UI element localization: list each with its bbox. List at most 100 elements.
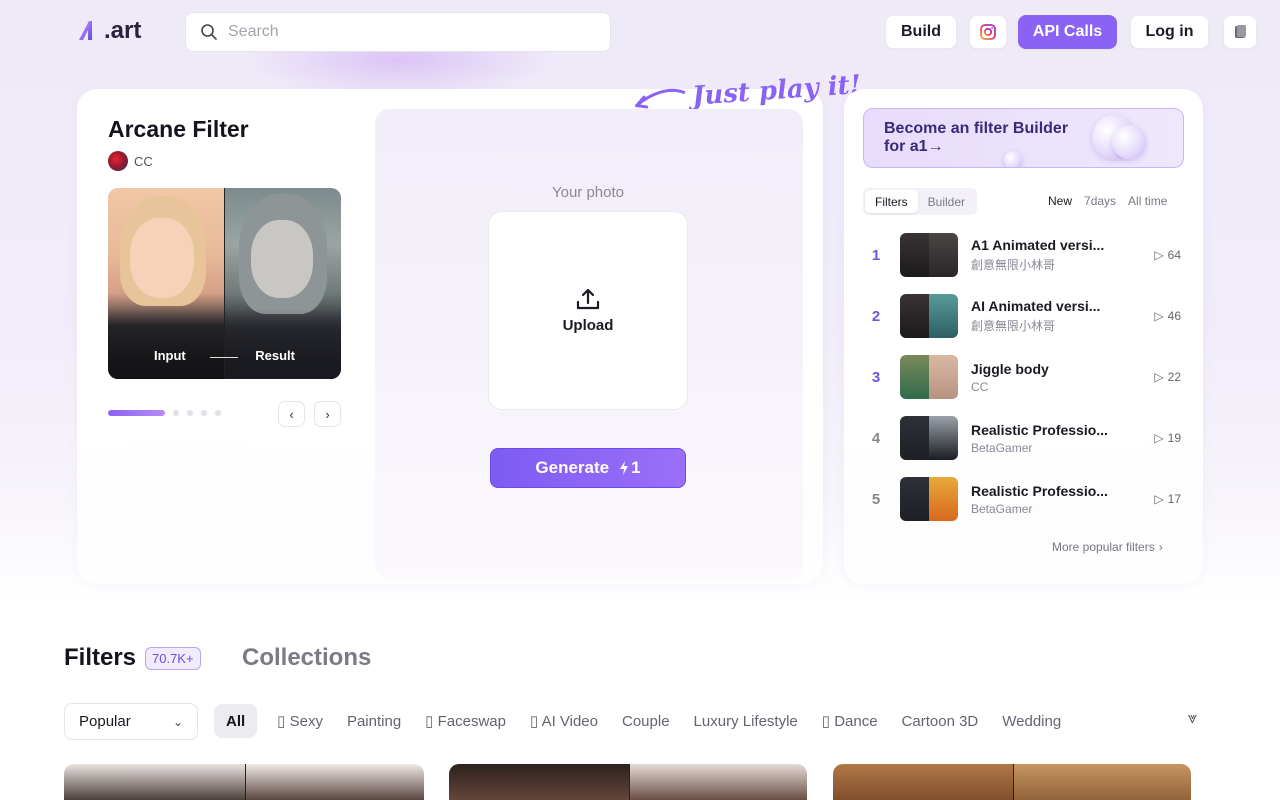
play-icon: ▷: [1154, 431, 1164, 445]
filter-card-thumbnail[interactable]: [833, 764, 1191, 800]
input-label: Input: [154, 348, 186, 363]
ranking-row[interactable]: 4 Realistic Professio... BetaGamer ▷ 19: [863, 413, 1184, 463]
credit-cost-value: 1: [631, 458, 641, 477]
filter-title: Arcane Filter: [108, 116, 249, 142]
author-name: CC: [134, 153, 153, 169]
coin-icon: [1112, 125, 1146, 159]
ranking-tabs[interactable]: Filters Builder: [863, 188, 978, 215]
instagram-icon: [980, 24, 996, 40]
arrow-right-icon: [210, 357, 238, 358]
play-count-value: 19: [1167, 431, 1181, 445]
ranking-title: A1 Animated versi...: [971, 237, 1105, 253]
result-label: Result: [255, 348, 295, 363]
category-bar: All ▯ Sexy Painting ▯ Faceswap ▯ AI Vide…: [214, 704, 1073, 738]
chevron-down-icon: ⌄: [172, 714, 183, 729]
your-photo-label: Your photo: [551, 184, 624, 201]
ranking-row[interactable]: 2 AI Animated versi... 創意無限小林哥 ▷ 46: [863, 291, 1184, 341]
carousel-dot[interactable]: [173, 410, 179, 416]
build-button[interactable]: Build: [885, 15, 957, 49]
filter-author[interactable]: CC: [108, 151, 153, 171]
tab-filters[interactable]: Filters: [865, 190, 918, 213]
play-icon: ▷: [1154, 248, 1164, 262]
category-dance[interactable]: ▯ Dance: [810, 704, 890, 738]
ranking-row[interactable]: 3 Jiggle body CC ▷ 22: [863, 352, 1184, 402]
rank-number: 1: [871, 246, 881, 264]
instagram-button[interactable]: [969, 15, 1007, 49]
builder-banner[interactable]: Become an filter Builder for a1→: [863, 108, 1184, 168]
carousel-next-button[interactable]: ›: [314, 401, 341, 427]
generate-label: Generate: [535, 458, 610, 477]
ranking-author: CC: [971, 379, 989, 394]
tab-collections[interactable]: Collections: [242, 644, 371, 672]
ranking-author: 創意無限小林哥: [971, 258, 1056, 272]
search-input[interactable]: [228, 23, 588, 41]
document-icon: [1235, 25, 1246, 38]
docs-button[interactable]: [1223, 15, 1257, 49]
ranking-title: Jiggle body: [971, 360, 1049, 377]
rank-number: 3: [871, 368, 881, 386]
more-popular-link[interactable]: More popular filters ›: [1052, 540, 1163, 554]
more-popular-label: More popular filters: [1052, 540, 1155, 554]
sort-value: Popular: [79, 713, 131, 730]
logo-text: .art: [104, 17, 142, 44]
ranking-thumbnail: [900, 355, 958, 399]
ranking-title: AI Animated versi...: [971, 298, 1101, 314]
category-luxury-lifestyle[interactable]: Luxury Lifestyle: [682, 704, 810, 738]
category-wedding[interactable]: Wedding: [990, 704, 1073, 738]
logo[interactable]: .art: [76, 16, 141, 46]
search-bar[interactable]: [185, 12, 611, 52]
avatar: [108, 151, 128, 171]
category-cartoon-3d[interactable]: Cartoon 3D: [890, 704, 991, 738]
category-all[interactable]: All: [214, 704, 258, 738]
play-count: ▷ 22: [1154, 370, 1181, 384]
tab-filters-section[interactable]: Filters: [64, 644, 136, 672]
ranking-row[interactable]: 5 Realistic Professio... BetaGamer ▷ 17: [863, 474, 1184, 524]
play-icon: ▷: [1154, 370, 1164, 384]
upload-dropzone[interactable]: Upload: [488, 211, 688, 410]
tab-builder[interactable]: Builder: [918, 190, 975, 213]
generate-button[interactable]: Generate 1: [490, 448, 686, 488]
filters-count-badge: 70.7K+: [145, 647, 201, 670]
coin-icon: [1004, 151, 1022, 167]
play-count: ▷ 64: [1154, 248, 1181, 262]
login-button[interactable]: Log in: [1130, 15, 1209, 49]
period-7days[interactable]: 7days: [1084, 194, 1116, 208]
carousel-indicator[interactable]: [108, 410, 221, 416]
search-icon: [201, 24, 217, 40]
ranking-thumbnail: [900, 416, 958, 460]
ranking-row[interactable]: 1 A1 Animated versi... 創意無限小林哥 ▷ 64: [863, 230, 1184, 280]
banner-line-2: for a1→: [884, 138, 944, 155]
upload-label: Upload: [562, 317, 614, 334]
carousel-dot-active[interactable]: [108, 410, 165, 416]
credit-cost: 1: [619, 458, 641, 478]
carousel-dot[interactable]: [187, 410, 193, 416]
preview-labels: Input Result: [108, 348, 341, 363]
rank-number: 2: [871, 307, 881, 325]
play-count-value: 22: [1167, 370, 1181, 384]
play-icon: ▷: [1154, 492, 1164, 506]
category-sexy[interactable]: ▯ Sexy: [265, 704, 335, 738]
carousel-dot[interactable]: [201, 410, 207, 416]
category-couple[interactable]: Couple: [610, 704, 682, 738]
ranking-title: Realistic Professio...: [971, 421, 1108, 438]
lightning-icon: [620, 461, 629, 475]
sort-select[interactable]: Popular ⌄: [64, 703, 198, 740]
filter-card-thumbnail[interactable]: [64, 764, 424, 800]
period-all-time[interactable]: All time: [1128, 194, 1167, 208]
category-painting[interactable]: Painting: [335, 704, 413, 738]
carousel-dot[interactable]: [215, 410, 221, 416]
ranking-author: BetaGamer: [971, 440, 1033, 455]
upload-icon: [576, 288, 600, 310]
ranking-thumbnail: [900, 477, 958, 521]
play-count-value: 17: [1167, 492, 1181, 506]
category-faceswap[interactable]: ▯ Faceswap: [413, 704, 518, 738]
expand-categories-button[interactable]: ⩔: [1188, 710, 1197, 728]
period-selector[interactable]: New 7days All time: [1048, 194, 1167, 208]
api-calls-button[interactable]: API Calls: [1018, 15, 1117, 49]
carousel-prev-button[interactable]: ‹: [278, 401, 305, 427]
period-new[interactable]: New: [1048, 194, 1072, 208]
rank-number: 5: [871, 490, 881, 508]
play-count-value: 46: [1167, 309, 1181, 323]
filter-card-thumbnail[interactable]: [449, 764, 807, 800]
category-ai-video[interactable]: ▯ AI Video: [518, 704, 610, 738]
